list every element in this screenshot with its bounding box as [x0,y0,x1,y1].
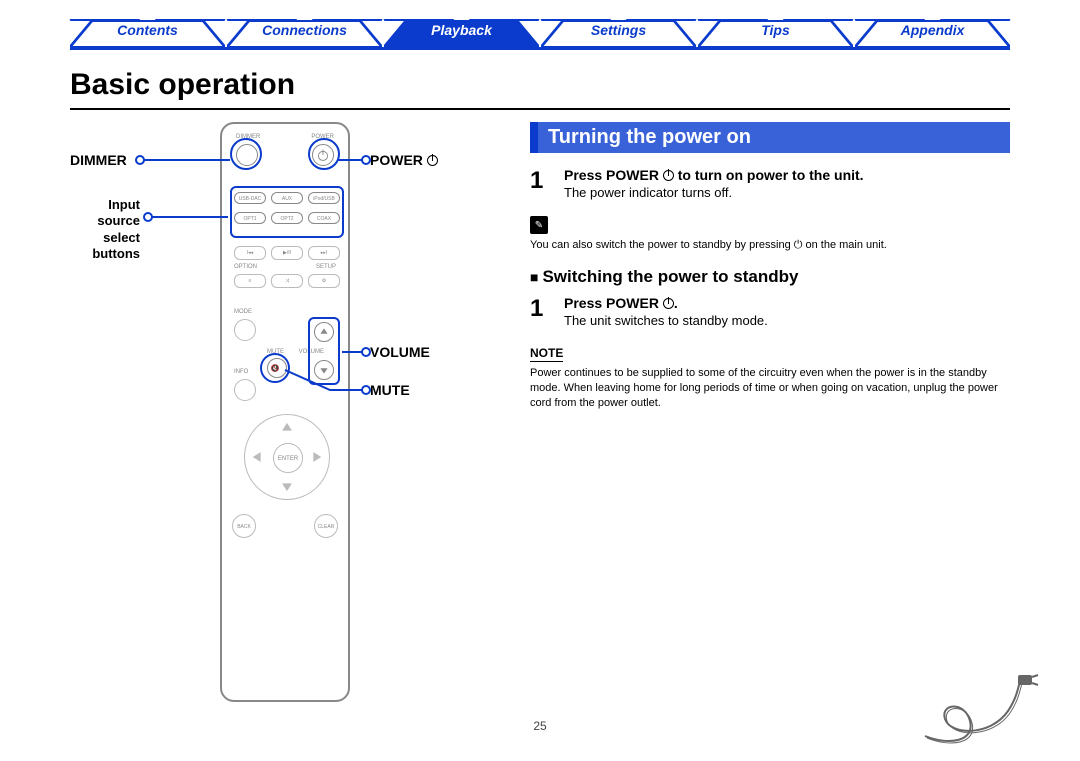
power-icon [663,298,674,309]
power-icon [427,155,438,166]
nav-tabs: Contents Connections Playback Settings T… [70,20,1010,50]
section-banner: Turning the power on [530,122,1010,153]
note-label: NOTE [530,346,563,362]
remote-diagram: DIMMER POWER Input source select buttons… [70,122,500,712]
tab-settings[interactable]: Settings [541,19,696,47]
step-1-body: The power indicator turns off. [564,185,1010,200]
remote-vol-up [314,322,334,342]
remote-mute-button: 🔇 [267,358,287,378]
tab-appendix[interactable]: Appendix [855,19,1010,47]
remote-body: DIMMER POWER USB-DAC AUX iPod/USB [220,122,350,702]
label-power: POWER [370,152,438,168]
step-2-body: The unit switches to standby mode. [564,313,1010,328]
step-2: 1 Press POWER . The unit switches to sta… [530,295,1010,328]
label-dimmer: DIMMER [70,152,127,168]
subheading: ■Switching the power to standby [530,267,1010,287]
note-text: Power continues to be supplied to some o… [530,366,1010,411]
tab-connections[interactable]: Connections [227,19,382,47]
svg-text:🔇: 🔇 [271,364,280,373]
remote-dimmer-button [236,144,258,166]
step-number: 1 [530,295,554,328]
page-number: 25 [0,719,1080,733]
remote-vol-down [314,360,334,380]
pencil-note: You can also switch the power to standby… [530,238,1010,253]
pencil-icon: ✎ [530,216,548,234]
remote-dpad: ENTER [244,414,330,500]
power-cord-icon [920,671,1040,751]
label-mute: MUTE [370,382,410,398]
page-title: Basic operation [70,68,1010,102]
content-column: Turning the power on 1 Press POWER to tu… [530,122,1010,712]
power-icon [663,170,674,181]
tab-contents[interactable]: Contents [70,19,225,47]
remote-power-button [312,144,334,166]
tab-playback[interactable]: Playback [384,19,539,47]
label-volume: VOLUME [370,344,430,360]
step-1: 1 Press POWER to turn on power to the un… [530,167,1010,200]
label-input-source: Input source select buttons [82,197,140,262]
tab-tips[interactable]: Tips [698,19,853,47]
step-number: 1 [530,167,554,200]
step-2-title: Press POWER . [564,295,1010,311]
step-1-title: Press POWER to turn on power to the unit… [564,167,1010,183]
horizontal-rule [70,108,1010,110]
